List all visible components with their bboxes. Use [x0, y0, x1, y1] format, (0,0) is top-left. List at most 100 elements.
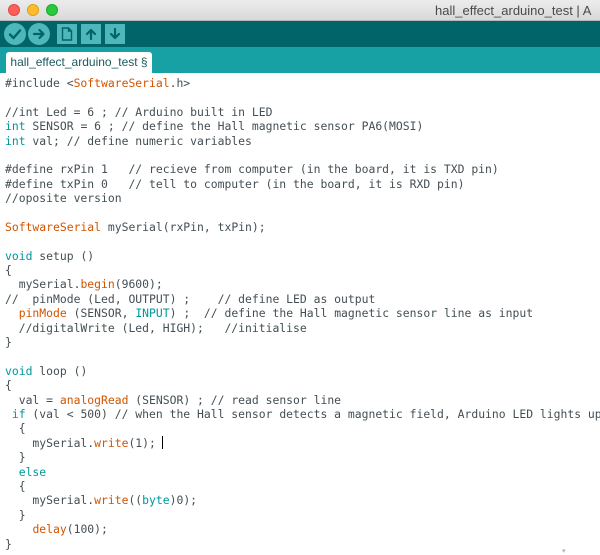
code-function: pinMode: [18, 306, 67, 321]
code-text-token: mySerial.: [5, 435, 95, 450]
code-function: delay: [32, 522, 67, 537]
code-line[interactable]: //int Led = 6 ; // Arduino built in LED: [5, 105, 600, 119]
code-line[interactable]: int SENSOR = 6 ; // define the Hall magn…: [5, 119, 600, 133]
code-text-token: setup (): [32, 248, 95, 263]
code-keyword: int: [5, 133, 26, 148]
code-line[interactable]: #define rxPin 1 // recieve from computer…: [5, 162, 600, 176]
code-text-token: SENSOR = 6 ; // define the Hall magnetic…: [25, 119, 424, 134]
open-button[interactable]: [81, 24, 101, 44]
code-text-token: (val < 500) // when the Hall sensor dete…: [25, 406, 600, 421]
code-line[interactable]: [5, 234, 600, 248]
code-line[interactable]: //oposite version: [5, 191, 600, 205]
code-line[interactable]: void setup (): [5, 249, 600, 263]
code-text-token: //int Led = 6 ; // Arduino built in LED: [5, 104, 273, 119]
window-title: hall_effect_arduino_test | A: [435, 3, 592, 18]
tab-strip: hall_effect_arduino_test §: [0, 47, 600, 73]
new-file-icon: [61, 27, 73, 41]
code-line[interactable]: //digitalWrite (Led, HIGH); //initialise: [5, 321, 600, 335]
code-text[interactable]: #include <SoftwareSerial.h> //int Led = …: [5, 76, 600, 551]
upload-button[interactable]: [28, 23, 50, 45]
code-editor[interactable]: #include <SoftwareSerial.h> //int Led = …: [0, 73, 600, 555]
code-line[interactable]: }: [5, 537, 600, 551]
verify-button[interactable]: [4, 23, 26, 45]
code-text-token: {: [5, 378, 12, 393]
code-function: SoftwareSerial: [73, 76, 170, 90]
code-line[interactable]: // pinMode (Led, OUTPUT) ; // define LED…: [5, 292, 600, 306]
code-line[interactable]: }: [5, 335, 600, 349]
toolbar: [0, 21, 600, 47]
code-keyword: if: [11, 406, 26, 421]
code-function: write: [94, 435, 129, 450]
code-keyword: int: [5, 119, 26, 134]
checkmark-icon: [8, 29, 22, 40]
code-line[interactable]: {: [5, 421, 600, 435]
code-line[interactable]: }: [5, 508, 600, 522]
code-function: analogRead: [59, 392, 129, 407]
code-text-token: #define rxPin 1 // recieve from computer…: [5, 162, 499, 177]
code-text-token: mySerial(rxPin, txPin);: [101, 219, 266, 234]
minimize-window-button[interactable]: [27, 4, 39, 16]
code-keyword: byte: [142, 493, 170, 508]
code-text-token: (SENSOR,: [66, 306, 136, 321]
code-text-token: {: [5, 421, 26, 436]
code-line[interactable]: {: [5, 378, 600, 392]
code-keyword: INPUT: [135, 306, 170, 321]
code-line[interactable]: pinMode (SENSOR, INPUT) ; // define the …: [5, 306, 600, 320]
code-line[interactable]: #include <SoftwareSerial.h>: [5, 76, 600, 90]
code-line[interactable]: }: [5, 450, 600, 464]
arrow-right-icon: [32, 28, 45, 40]
code-function: write: [94, 493, 129, 508]
text-caret: [161, 435, 163, 449]
code-line[interactable]: [5, 148, 600, 162]
code-text-token: // pinMode (Led, OUTPUT) ; // define LED…: [5, 291, 376, 306]
code-line[interactable]: [5, 90, 600, 104]
code-line[interactable]: if (val < 500) // when the Hall sensor d…: [5, 407, 600, 421]
code-text-token: (SENSOR) ; // read sensor line: [128, 392, 342, 407]
code-line[interactable]: mySerial.write(1);: [5, 435, 600, 450]
code-keyword: void: [5, 363, 33, 378]
code-line[interactable]: [5, 206, 600, 220]
code-line[interactable]: int val; // define numeric variables: [5, 134, 600, 148]
code-line[interactable]: #define txPin 0 // tell to computer (in …: [5, 177, 600, 191]
arrow-down-icon: [109, 27, 121, 40]
code-text-token: val; // define numeric variables: [25, 133, 252, 148]
code-line[interactable]: {: [5, 479, 600, 493]
code-text-token: {: [5, 263, 12, 278]
code-line[interactable]: {: [5, 263, 600, 277]
code-text-token: mySerial.: [5, 277, 81, 292]
code-text-token: #include <: [5, 76, 74, 90]
code-text-token: }: [5, 335, 12, 350]
code-line[interactable]: delay(100);: [5, 522, 600, 536]
code-text-token: }: [5, 536, 12, 551]
code-text-token: ) ; // define the Hall magnetic sensor l…: [169, 306, 534, 321]
code-line[interactable]: val = analogRead (SENSOR) ; // read sens…: [5, 393, 600, 407]
code-text-token: {: [5, 478, 26, 493]
tab-sketch[interactable]: hall_effect_arduino_test §: [6, 52, 152, 73]
code-keyword: void: [5, 248, 33, 263]
code-text-token: val =: [5, 392, 60, 407]
close-window-button[interactable]: [8, 4, 20, 16]
code-line[interactable]: void loop (): [5, 364, 600, 378]
code-line[interactable]: mySerial.begin(9600);: [5, 277, 600, 291]
code-text-token: }: [5, 450, 26, 465]
code-text-token: //oposite version: [5, 191, 122, 206]
code-keyword: else: [18, 464, 47, 479]
code-text-token: (9600);: [114, 277, 163, 292]
code-text-token: }: [5, 507, 26, 522]
title-bar: hall_effect_arduino_test | A: [0, 0, 600, 21]
save-button[interactable]: [105, 24, 125, 44]
code-line[interactable]: mySerial.write((byte)0);: [5, 493, 600, 507]
new-button[interactable]: [57, 24, 77, 44]
code-text-token: //digitalWrite (Led, HIGH); //initialise: [5, 320, 307, 335]
code-line[interactable]: [5, 349, 600, 363]
code-text-token: loop (): [32, 363, 88, 378]
code-line[interactable]: else: [5, 465, 600, 479]
code-text-token: #define txPin 0 // tell to computer (in …: [5, 176, 465, 191]
maximize-window-button[interactable]: [46, 4, 58, 16]
code-line[interactable]: SoftwareSerial mySerial(rxPin, txPin);: [5, 220, 600, 234]
resize-grip-icon: ▾: [562, 548, 566, 555]
